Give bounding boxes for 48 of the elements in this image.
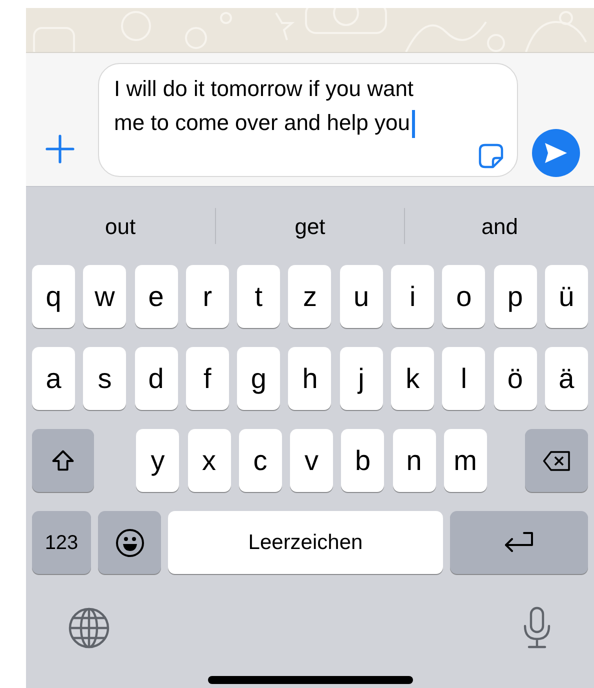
letter-key[interactable]: h	[288, 347, 332, 410]
letter-key[interactable]: ö	[494, 347, 537, 410]
backspace-key[interactable]	[525, 429, 588, 492]
letter-key[interactable]: v	[290, 429, 333, 492]
letter-key[interactable]: u	[340, 265, 383, 328]
letter-key[interactable]: ü	[544, 265, 588, 328]
space-key[interactable]: Leerzeichen	[168, 511, 443, 574]
backspace-icon	[542, 448, 572, 472]
shift-arrow-icon	[50, 448, 76, 474]
letter-key[interactable]: n	[392, 429, 436, 492]
send-button[interactable]	[532, 129, 580, 177]
shift-key[interactable]	[32, 429, 94, 492]
letter-key[interactable]: d	[134, 347, 178, 410]
letter-key[interactable]: k	[391, 347, 434, 410]
letter-key[interactable]: z	[288, 265, 332, 328]
letter-key[interactable]: g	[237, 347, 280, 410]
letter-key[interactable]: w	[83, 265, 126, 328]
letter-key[interactable]: f	[186, 347, 229, 410]
letter-key[interactable]: t	[237, 265, 280, 328]
letter-key[interactable]: x	[188, 429, 230, 492]
word-suggestion[interactable]: out	[26, 210, 215, 242]
letter-key[interactable]: c	[238, 429, 282, 492]
letter-key[interactable]: s	[83, 347, 126, 410]
numbers-key[interactable]: 123	[32, 511, 91, 574]
letter-key[interactable]: o	[442, 265, 486, 328]
letter-key[interactable]: a	[32, 347, 75, 410]
message-input-field[interactable]: I will do it tomorrow if you want me to come over and help you	[98, 63, 518, 177]
paper-plane-icon	[544, 142, 568, 164]
microphone-icon[interactable]	[522, 606, 552, 650]
letter-key[interactable]: l	[442, 347, 486, 410]
word-suggestion[interactable]: get	[216, 210, 404, 242]
plus-icon[interactable]	[45, 134, 75, 164]
letter-key[interactable]: y	[136, 429, 180, 492]
letter-key[interactable]: q	[32, 265, 75, 328]
emoji-key[interactable]	[98, 511, 161, 574]
letter-key[interactable]: e	[134, 265, 178, 328]
letter-key[interactable]: p	[494, 265, 537, 328]
letter-key[interactable]: m	[444, 429, 487, 492]
message-text: I will do it tomorrow if you want me to come over and help you	[114, 72, 434, 140]
letter-key[interactable]: j	[340, 347, 383, 410]
letter-key[interactable]: i	[391, 265, 434, 328]
smiley-icon	[114, 528, 144, 558]
letter-key[interactable]: ä	[544, 347, 588, 410]
sticker-icon[interactable]	[477, 142, 505, 170]
letter-key[interactable]: b	[341, 429, 384, 492]
globe-icon[interactable]	[68, 607, 110, 649]
word-suggestion[interactable]: and	[405, 210, 594, 242]
letter-key[interactable]: r	[186, 265, 229, 328]
